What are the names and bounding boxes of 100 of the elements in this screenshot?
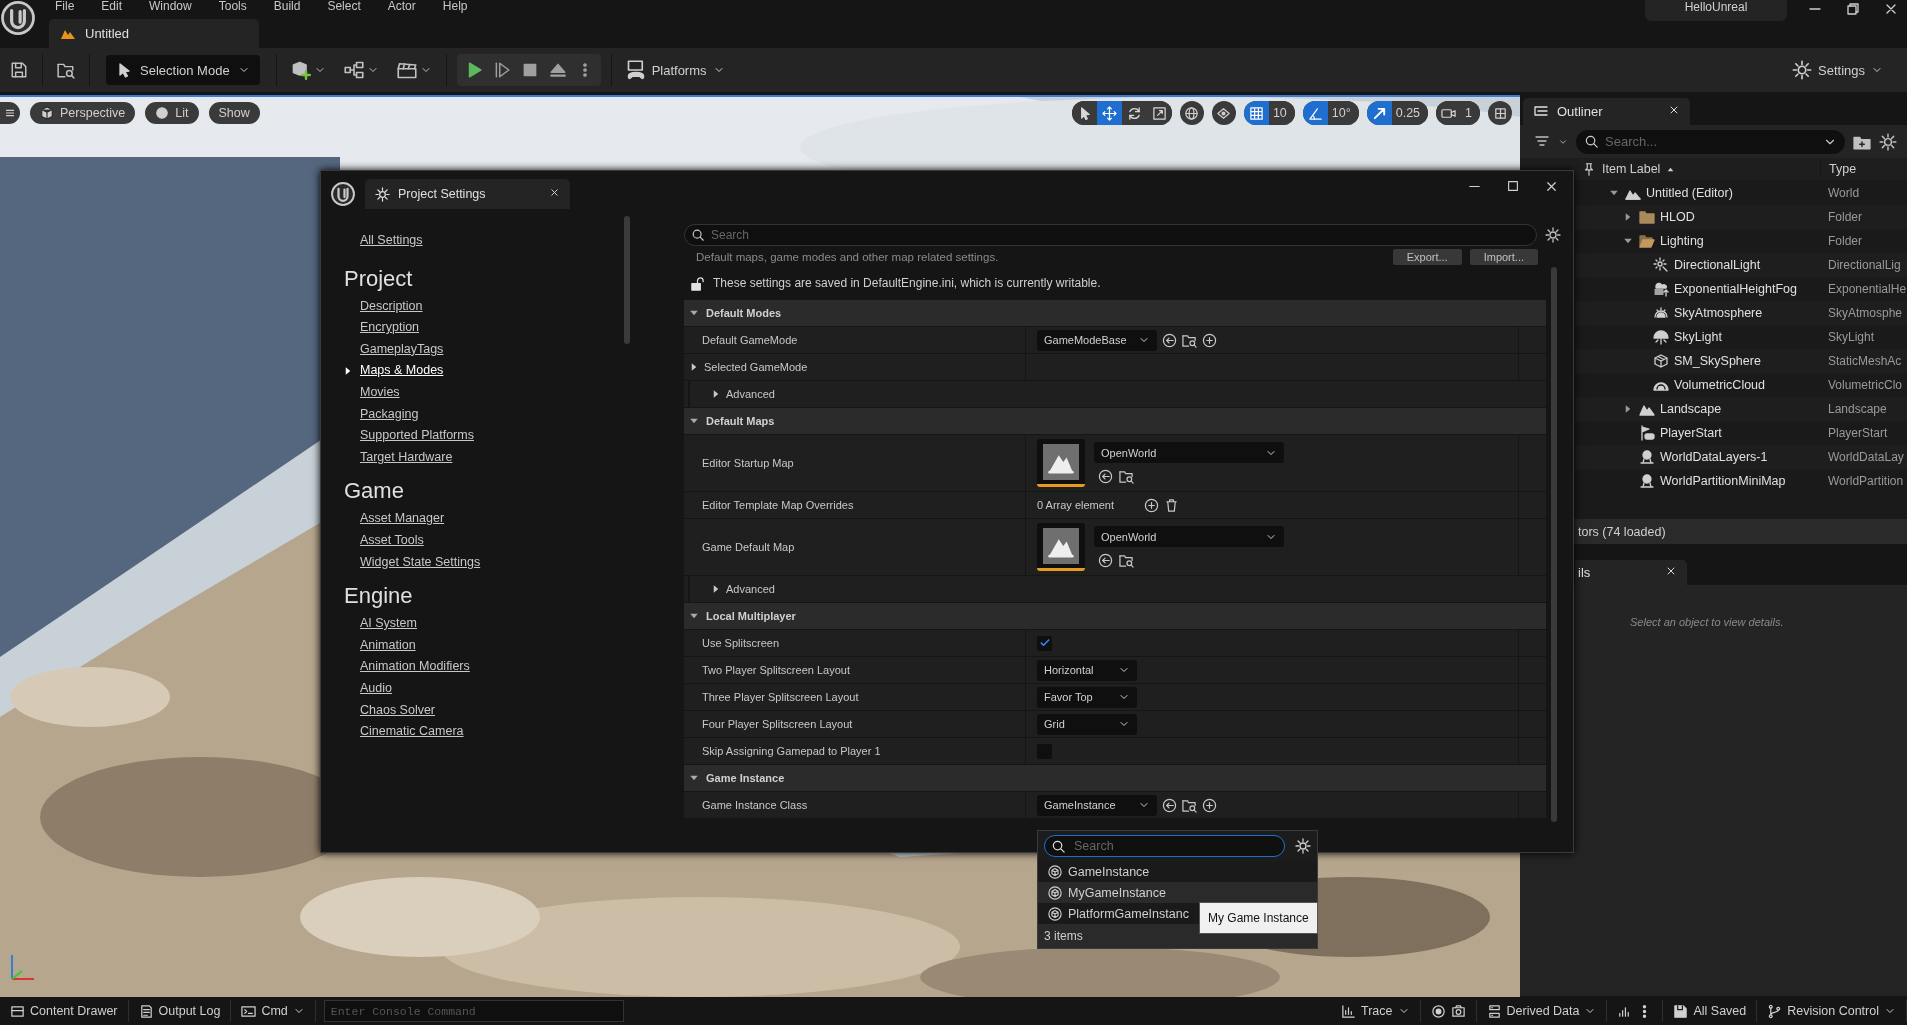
nav-link[interactable]: Target Hardware — [344, 446, 453, 469]
nav-link[interactable]: Animation — [344, 634, 416, 657]
menu-item[interactable]: Help — [442, 0, 468, 13]
use-selected-icon[interactable] — [1098, 469, 1113, 484]
nav-link[interactable]: GameplayTags — [344, 338, 444, 361]
nav-link[interactable]: Description — [344, 295, 423, 318]
browse-icon[interactable] — [57, 61, 75, 79]
menu-button[interactable] — [0, 102, 20, 124]
section-header[interactable]: Default Modes — [684, 300, 1546, 327]
add-icon[interactable] — [1144, 497, 1159, 513]
map-thumbnail[interactable] — [1037, 439, 1085, 487]
nav-link[interactable]: Widget State Settings — [344, 551, 481, 574]
class-option[interactable]: MyGameInstance — [1038, 882, 1317, 903]
dropdown[interactable]: OpenWorld — [1094, 442, 1284, 463]
tree-item[interactable]: WorldDataLayers-1 — [1660, 450, 1768, 464]
close-icon[interactable] — [1544, 179, 1559, 194]
menu-item[interactable]: Tools — [218, 0, 247, 13]
nav-link[interactable]: Packaging — [344, 403, 419, 426]
tree-item[interactable]: Lighting — [1660, 234, 1704, 248]
eject-icon[interactable] — [548, 61, 567, 79]
menu-item[interactable]: Select — [327, 0, 361, 13]
menu-item[interactable]: Edit — [101, 0, 123, 13]
tree-item[interactable]: VolumetricCloud — [1674, 378, 1765, 392]
map-thumbnail[interactable] — [1037, 523, 1085, 571]
tree-item[interactable]: DirectionalLight — [1674, 258, 1761, 272]
menu-item[interactable]: Window — [149, 0, 192, 13]
dropdown[interactable]: Favor Top — [1037, 686, 1137, 708]
level-tab[interactable]: Untitled — [49, 19, 259, 48]
restore-icon[interactable] — [1845, 1, 1861, 17]
saved-button[interactable]: All Saved — [1663, 1003, 1757, 1019]
dropdown[interactable]: Grid — [1037, 713, 1137, 735]
dropdown[interactable]: GameModeBase — [1037, 329, 1157, 351]
outliner-tab[interactable]: Outliner — [1523, 98, 1690, 125]
nav-link[interactable]: Supported Platforms — [344, 425, 474, 447]
column-header[interactable]: Type — [1829, 162, 1857, 176]
view-mode-button[interactable]: Perspective — [30, 102, 136, 124]
section-header[interactable]: Game Instance — [684, 765, 1546, 792]
nav-link[interactable]: All Settings — [344, 230, 423, 252]
screenshot-icon[interactable] — [1450, 1003, 1466, 1019]
close-icon[interactable] — [1665, 565, 1677, 577]
nav-link[interactable]: Audio — [344, 677, 392, 700]
section-header[interactable]: Local Multiplayer — [684, 603, 1546, 630]
use-selected-icon[interactable] — [1098, 553, 1113, 568]
trash-icon[interactable] — [1164, 497, 1179, 513]
revision-button[interactable]: Revision Control — [1757, 1003, 1906, 1019]
tree-item[interactable]: SkyLight — [1674, 330, 1722, 344]
nav-link[interactable]: Chaos Solver — [344, 699, 436, 722]
action-button[interactable]: Import... — [1469, 248, 1538, 265]
view-mode-button[interactable]: Show — [208, 102, 260, 124]
settings-icon[interactable] — [1879, 132, 1897, 151]
tree-item[interactable]: Untitled (Editor) — [1646, 186, 1733, 200]
settings-icon[interactable] — [1545, 227, 1561, 243]
tree-item[interactable]: WorldPartitionMiniMap — [1660, 474, 1786, 488]
dropdown[interactable]: Horizontal — [1037, 659, 1137, 681]
section-header[interactable]: Default Maps — [684, 408, 1546, 435]
selection-mode-dropdown[interactable]: Selection Mode — [106, 55, 260, 85]
browse-icon[interactable] — [1119, 469, 1134, 484]
nav-link[interactable]: Animation Modifiers — [344, 656, 470, 678]
details-tab[interactable]: ils — [1575, 560, 1687, 585]
menu-item[interactable]: File — [55, 0, 75, 13]
record-icon[interactable] — [1430, 1003, 1446, 1019]
tree-item[interactable]: ExponentialHeightFog — [1674, 282, 1797, 296]
nav-link[interactable]: Cinematic Camera — [344, 721, 464, 743]
close-icon[interactable] — [1668, 104, 1680, 116]
nav-link[interactable]: AI System — [344, 613, 417, 635]
platforms-button[interactable]: Platforms — [621, 56, 729, 84]
maximize-icon[interactable] — [1506, 179, 1520, 193]
move-tool-button[interactable] — [1096, 101, 1122, 125]
tree-item[interactable]: SM_SkySphere — [1674, 354, 1761, 368]
add-icon[interactable] — [1202, 797, 1217, 813]
tree-item[interactable]: PlayerStart — [1660, 426, 1722, 440]
settings-icon[interactable] — [1295, 838, 1311, 854]
close-icon[interactable] — [549, 187, 560, 198]
settings-button[interactable]: Settings — [1788, 56, 1887, 84]
derived-button[interactable]: Derived Data — [1476, 1003, 1607, 1019]
nav-link[interactable]: Movies — [344, 381, 400, 404]
action-button[interactable]: Export... — [1392, 248, 1462, 265]
use-selected-icon[interactable] — [1162, 332, 1177, 348]
tree-item[interactable]: Landscape — [1660, 402, 1722, 416]
nav-link[interactable]: Maps & Modes — [342, 360, 444, 382]
checkbox[interactable] — [1037, 635, 1052, 651]
save-icon[interactable] — [10, 61, 28, 79]
menu-item[interactable]: Actor — [387, 0, 416, 13]
log-button[interactable]: Output Log — [128, 1003, 231, 1019]
settings-tab[interactable]: Project Settings — [365, 179, 570, 209]
add-icon[interactable] — [1202, 332, 1217, 348]
view-mode-button[interactable]: Lit — [145, 102, 199, 124]
nav-link[interactable]: Asset Tools — [344, 529, 424, 552]
dropdown[interactable]: OpenWorld — [1094, 526, 1284, 547]
trace-button[interactable]: Trace — [1331, 1003, 1420, 1019]
browse-icon[interactable] — [1182, 332, 1197, 348]
pin-icon[interactable] — [1582, 162, 1596, 176]
tree-item[interactable]: HLOD — [1660, 210, 1695, 224]
drawer-button[interactable]: Content Drawer — [0, 1003, 128, 1019]
use-selected-icon[interactable] — [1162, 797, 1177, 813]
browse-icon[interactable] — [1119, 553, 1134, 568]
column-header[interactable]: Item Label — [1602, 162, 1661, 176]
tree-item[interactable]: SkyAtmosphere — [1674, 306, 1763, 320]
cmd-button[interactable]: Cmd — [231, 1003, 315, 1019]
nav-link[interactable]: Encryption — [344, 317, 420, 339]
